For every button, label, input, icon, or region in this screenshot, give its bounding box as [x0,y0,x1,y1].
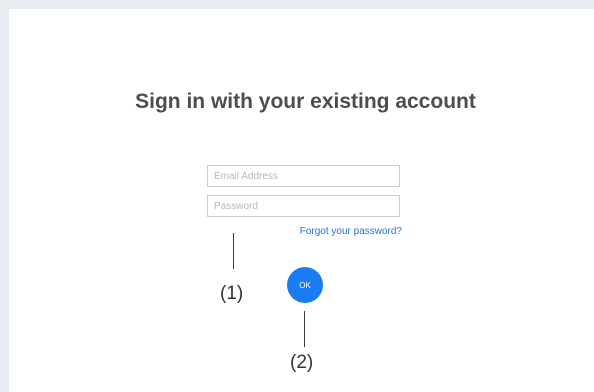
callout-line-2 [304,311,305,347]
forgot-password-link[interactable]: Forgot your password? [300,226,402,237]
ok-button[interactable]: OK [287,267,323,303]
password-field[interactable] [207,195,400,217]
callout-label-1: (1) [220,283,244,304]
callout-line-1 [233,233,234,269]
callout-label-2: (2) [290,352,314,373]
page-title: Sign in with your existing account [135,90,476,113]
email-field[interactable] [207,165,400,187]
